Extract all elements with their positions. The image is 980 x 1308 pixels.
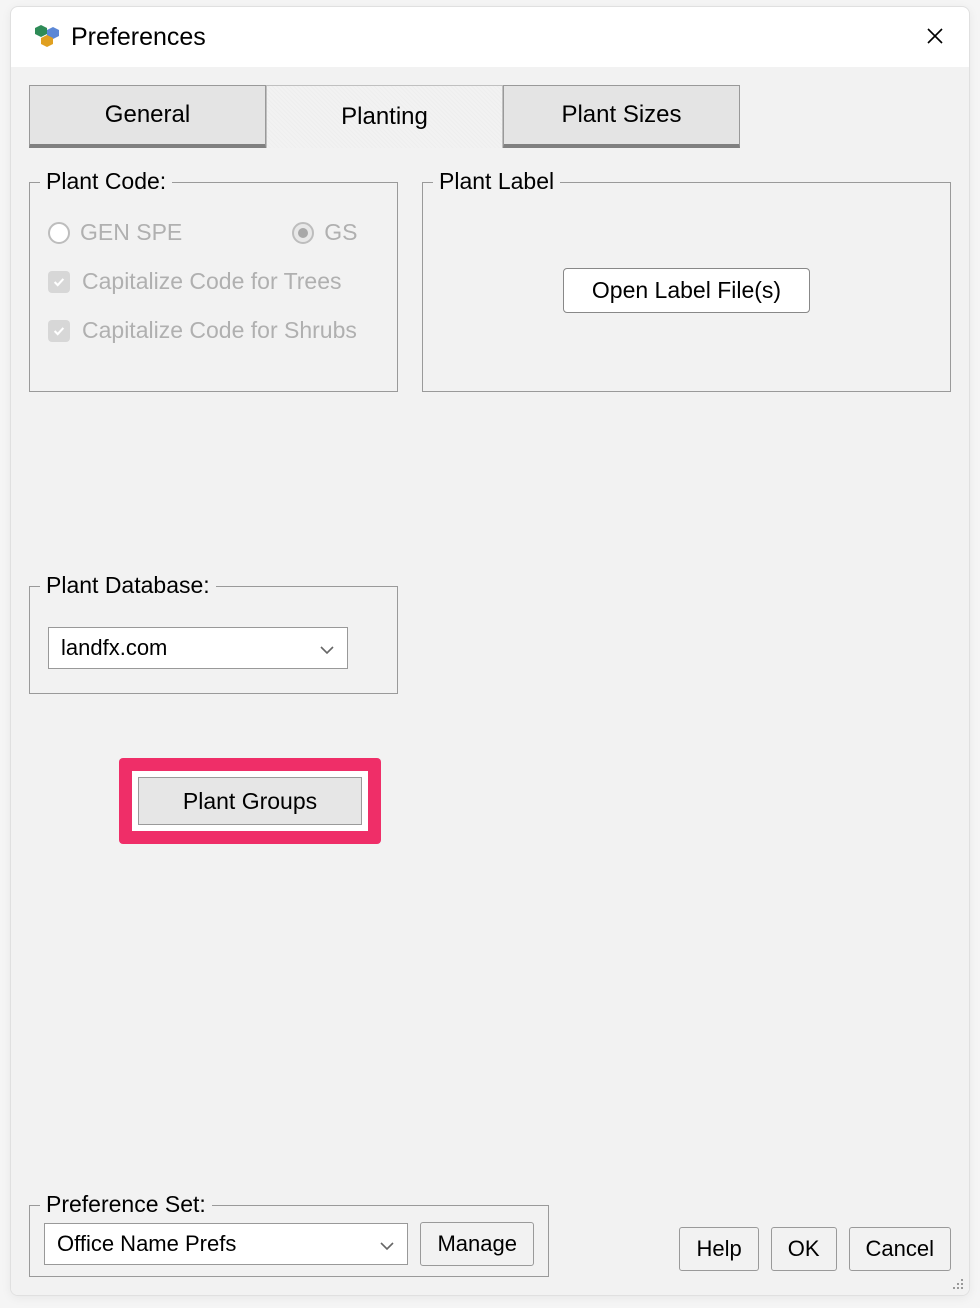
chevron-down-icon: [379, 1231, 395, 1257]
plant-label-fieldset: Plant Label Open Label File(s): [422, 182, 951, 392]
tab-planting[interactable]: Planting: [266, 85, 503, 148]
preferences-window: Preferences General Planting Plant Sizes…: [10, 6, 970, 1296]
resize-grip-icon[interactable]: [951, 1277, 965, 1291]
radio-gen-spe[interactable]: GEN SPE: [48, 219, 182, 246]
button-label: Cancel: [866, 1236, 934, 1261]
plant-code-fieldset: Plant Code: GEN SPE GS Capitalize: [29, 182, 398, 392]
check-icon: [48, 271, 70, 293]
tab-label: General: [105, 101, 190, 129]
tab-label: Plant Sizes: [561, 101, 681, 129]
chevron-down-icon: [319, 635, 335, 661]
plant-groups-highlight-inner: Plant Groups: [132, 771, 368, 831]
plant-database-legend: Plant Database:: [40, 572, 216, 599]
tabs: General Planting Plant Sizes: [29, 67, 951, 148]
button-label: Help: [696, 1236, 741, 1261]
checkbox-cap-trees[interactable]: Capitalize Code for Trees: [48, 268, 379, 295]
checkbox-label: Capitalize Code for Trees: [82, 268, 342, 295]
manage-button[interactable]: Manage: [420, 1222, 534, 1266]
open-label-files-button[interactable]: Open Label File(s): [563, 268, 810, 313]
plant-groups-highlight: Plant Groups: [119, 758, 381, 844]
tab-label: Planting: [341, 103, 428, 131]
plant-database-select[interactable]: landfx.com: [48, 627, 348, 669]
checkbox-label: Capitalize Code for Shrubs: [82, 317, 357, 344]
radio-label: GEN SPE: [80, 219, 182, 246]
titlebar: Preferences: [11, 7, 969, 67]
plant-groups-button[interactable]: Plant Groups: [138, 777, 362, 825]
select-value: Office Name Prefs: [57, 1231, 236, 1257]
button-label: OK: [788, 1236, 820, 1261]
check-icon: [48, 320, 70, 342]
radio-gs[interactable]: GS: [292, 219, 357, 246]
button-label: Plant Groups: [183, 788, 317, 814]
radio-icon: [292, 222, 314, 244]
ok-button[interactable]: OK: [771, 1227, 837, 1271]
radio-icon: [48, 222, 70, 244]
checkbox-cap-shrubs[interactable]: Capitalize Code for Shrubs: [48, 317, 379, 344]
button-label: Manage: [437, 1231, 517, 1256]
help-button[interactable]: Help: [679, 1227, 758, 1271]
radio-label: GS: [324, 219, 357, 246]
plant-label-legend: Plant Label: [433, 168, 560, 195]
content-area: General Planting Plant Sizes Plant Code:…: [11, 67, 969, 1295]
dialog-buttons: Help OK Cancel: [679, 1227, 951, 1271]
preference-set-select[interactable]: Office Name Prefs: [44, 1223, 408, 1265]
app-icon: [33, 21, 61, 54]
window-title: Preferences: [71, 23, 206, 52]
preference-set-legend: Preference Set:: [40, 1191, 212, 1218]
button-label: Open Label File(s): [592, 277, 781, 303]
plant-database-fieldset: Plant Database: landfx.com: [29, 586, 398, 694]
select-value: landfx.com: [61, 635, 167, 661]
plant-code-legend: Plant Code:: [40, 168, 172, 195]
close-button[interactable]: [917, 17, 953, 57]
tab-general[interactable]: General: [29, 85, 266, 148]
preference-set-fieldset: Preference Set: Office Name Prefs Manage: [29, 1205, 549, 1277]
tab-plant-sizes[interactable]: Plant Sizes: [503, 85, 740, 148]
cancel-button[interactable]: Cancel: [849, 1227, 951, 1271]
